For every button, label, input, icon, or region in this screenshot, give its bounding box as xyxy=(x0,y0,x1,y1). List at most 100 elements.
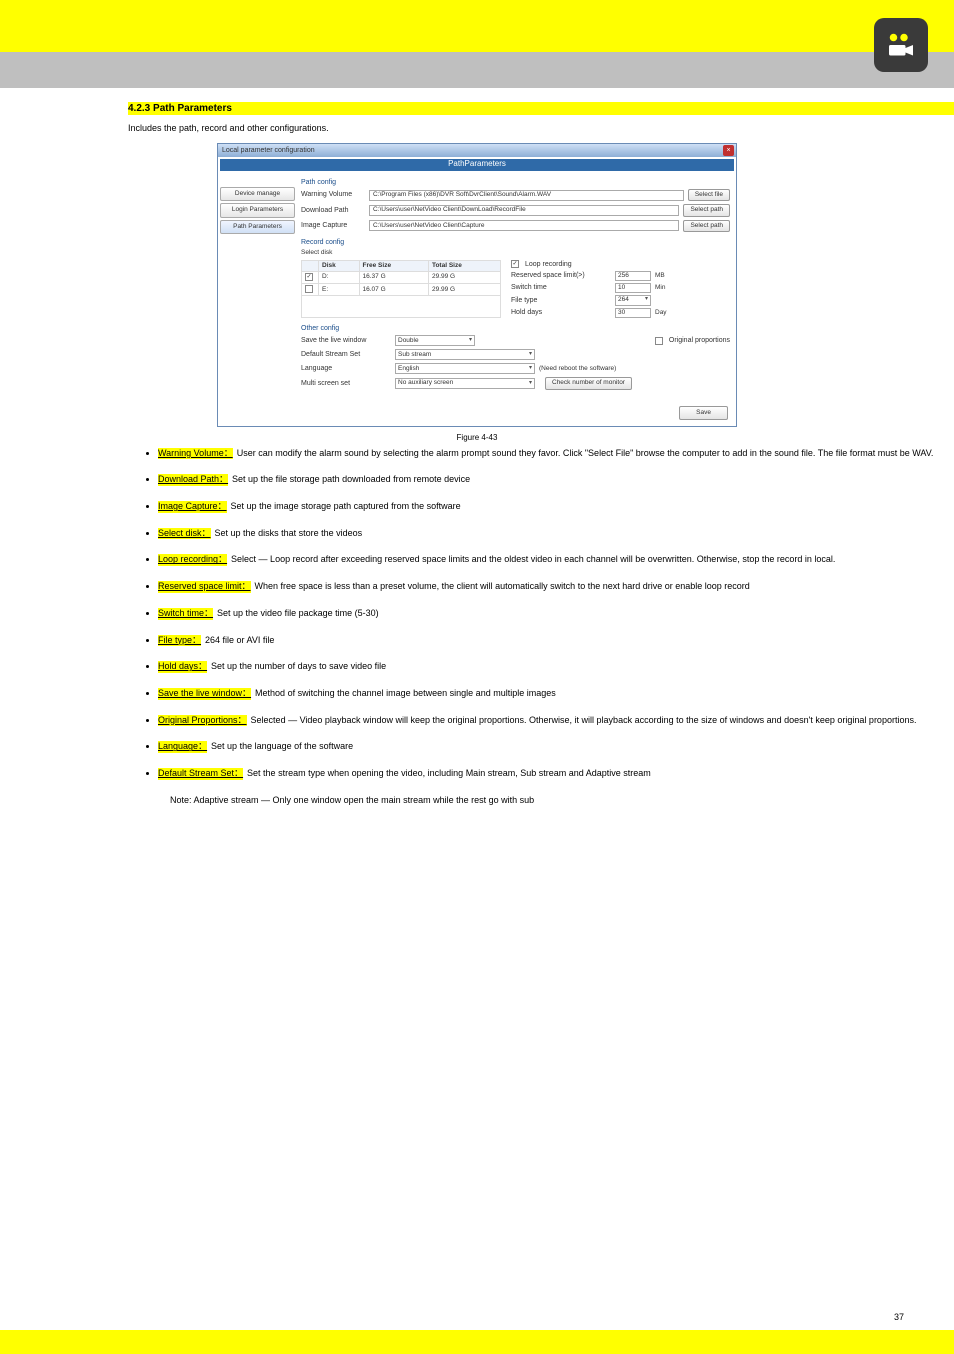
default-stream-select[interactable]: Sub stream xyxy=(395,349,535,360)
disk-d-free: 16.37 G xyxy=(359,272,428,284)
disk-table: Disk Free Size Total Size ✓ D: 16.37 G 2… xyxy=(301,260,501,319)
reserved-space-unit: MB xyxy=(655,272,673,280)
table-row[interactable]: E: 16.07 G 29.99 G xyxy=(302,284,501,296)
figure-caption: Figure 4-43 xyxy=(0,433,954,443)
bullet-head: Default Stream Set： xyxy=(158,768,243,780)
original-proportions-checkbox[interactable] xyxy=(655,337,663,345)
bullet-head: Loop recording： xyxy=(158,554,227,566)
save-live-window-select[interactable]: Double xyxy=(395,335,475,346)
language-select[interactable]: English xyxy=(395,363,535,374)
bullet-head: Download Path： xyxy=(158,474,228,486)
original-proportions-label: Original proportions xyxy=(669,336,730,345)
bullet-list: Warning Volume： User can modify the alarm… xyxy=(158,448,954,780)
bullet-body: Method of switching the channel image be… xyxy=(255,688,556,698)
file-type-label: File type xyxy=(511,296,611,305)
hold-days-label: Hold days xyxy=(511,308,611,317)
bullet-head: Save the live window： xyxy=(158,688,251,700)
language-note: (Need reboot the software) xyxy=(539,365,616,373)
sidebar-path-parameters[interactable]: Path Parameters xyxy=(220,220,295,234)
default-stream-label: Default Stream Set xyxy=(301,350,391,359)
bullet-head: Language： xyxy=(158,741,207,753)
reserved-space-input[interactable]: 256 xyxy=(615,271,651,281)
disk-e-checkbox[interactable] xyxy=(305,285,313,293)
bullet-body: Set the stream type when opening the vid… xyxy=(247,768,651,778)
other-config-group: Other config Save the live window Double… xyxy=(301,324,730,390)
list-item: Warning Volume： User can modify the alarm… xyxy=(158,448,954,460)
bullet-body: Set up the number of days to save video … xyxy=(211,661,386,671)
bullet-head: Image Capture： xyxy=(158,501,227,513)
language-label: Language xyxy=(301,364,391,373)
hold-days-input[interactable]: 30 xyxy=(615,308,651,318)
select-path-button-1[interactable]: Select path xyxy=(683,204,730,216)
bullet-body: When free space is less than a preset vo… xyxy=(255,581,750,591)
section-heading: 4.2.3 Path Parameters xyxy=(128,102,954,115)
disk-e-free: 16.07 G xyxy=(359,284,428,296)
header-grey-bar xyxy=(0,52,954,88)
list-item: Save the live window： Method of switching… xyxy=(158,688,954,700)
select-disk-label: Select disk xyxy=(301,249,730,257)
multi-screen-select[interactable]: No auxiliary screen xyxy=(395,378,535,389)
bullet-head: Warning Volume： xyxy=(158,448,233,460)
bullet-body: Set up the file storage path downloaded … xyxy=(232,474,470,484)
bullet-head: Select disk： xyxy=(158,528,211,540)
sidebar-login-parameters[interactable]: Login Parameters xyxy=(220,203,295,217)
config-dialog: Local parameter configuration × PathPara… xyxy=(217,143,737,428)
image-capture-label: Image Capture xyxy=(301,221,365,230)
bullet-body: Set up the image storage path captured f… xyxy=(231,501,461,511)
other-config-title: Other config xyxy=(301,324,730,333)
hold-days-unit: Day xyxy=(655,309,673,317)
disk-e-name: E: xyxy=(319,284,360,296)
download-path-input[interactable]: C:\Users\user\NetVideo Client\DownLoad\R… xyxy=(369,205,679,216)
screenshot-container: Local parameter configuration × PathPara… xyxy=(0,143,954,428)
path-config-group: Path config Warning Volume C:\Program Fi… xyxy=(301,178,730,232)
disk-col-free: Free Size xyxy=(359,260,428,271)
disk-d-total: 29.99 G xyxy=(428,272,500,284)
list-item: Switch time：Set up the video file packag… xyxy=(158,608,954,620)
bullet-head: Original Proportions： xyxy=(158,715,247,727)
intro-paragraph: Includes the path, record and other conf… xyxy=(128,123,826,135)
page-number: 37 xyxy=(894,1312,904,1324)
list-item: Reserved space limit： When free space is … xyxy=(158,581,954,593)
multi-screen-label: Multi screen set xyxy=(301,379,391,388)
bullet-body: Set up the video file package time (5-30… xyxy=(217,608,379,618)
bullet-head: File type： xyxy=(158,635,201,647)
list-item: Hold days： Set up the number of days to s… xyxy=(158,661,954,673)
disk-d-checkbox[interactable]: ✓ xyxy=(305,273,313,281)
record-config-group: Record config Select disk Disk Free Size… xyxy=(301,238,730,318)
select-file-button[interactable]: Select file xyxy=(688,189,730,201)
dialog-sidebar: Device manage Login Parameters Path Para… xyxy=(220,173,295,396)
list-item: Download Path： Set up the file storage pa… xyxy=(158,474,954,486)
select-path-button-2[interactable]: Select path xyxy=(683,220,730,232)
file-type-select[interactable]: 264 xyxy=(615,295,651,306)
list-item: Language：Set up the language of the soft… xyxy=(158,741,954,753)
check-monitor-button[interactable]: Check number of monitor xyxy=(545,377,632,389)
bullet-head: Reserved space limit： xyxy=(158,581,251,593)
footer-yellow-bar xyxy=(0,1330,954,1354)
list-item: Select disk：Set up the disks that store … xyxy=(158,528,954,540)
save-live-window-label: Save the live window xyxy=(301,336,391,345)
download-path-label: Download Path xyxy=(301,206,365,215)
note-line: Note: Adaptive stream — Only one window … xyxy=(170,795,826,807)
record-config-title: Record config xyxy=(301,238,730,247)
warning-volume-input[interactable]: C:\Program Files (x86)\DVR Soft\DvrClien… xyxy=(369,190,684,201)
table-row[interactable]: ✓ D: 16.37 G 29.99 G xyxy=(302,272,501,284)
save-button[interactable]: Save xyxy=(679,406,728,420)
header-yellow-bar xyxy=(0,0,954,52)
disk-e-total: 29.99 G xyxy=(428,284,500,296)
banner-label: PathParameters xyxy=(448,159,506,169)
bullet-body: Select — Loop record after exceeding res… xyxy=(231,554,835,564)
switch-time-input[interactable]: 10 xyxy=(615,283,651,293)
bullet-body: User can modify the alarm sound by selec… xyxy=(237,448,934,458)
loop-recording-checkbox[interactable]: ✓ xyxy=(511,260,519,268)
disk-col-check xyxy=(302,260,319,271)
camera-app-icon xyxy=(874,18,928,72)
bullet-body: Selected — Video playback window will ke… xyxy=(251,715,917,725)
bullet-head: Hold days： xyxy=(158,661,207,673)
close-icon[interactable]: × xyxy=(723,145,734,156)
sidebar-device-manage[interactable]: Device manage xyxy=(220,187,295,201)
image-capture-input[interactable]: C:\Users\user\NetVideo Client\Capture xyxy=(369,220,679,231)
disk-col-disk: Disk xyxy=(319,260,360,271)
path-config-title: Path config xyxy=(301,178,730,187)
disk-d-name: D: xyxy=(319,272,360,284)
warning-volume-label: Warning Volume xyxy=(301,190,365,199)
